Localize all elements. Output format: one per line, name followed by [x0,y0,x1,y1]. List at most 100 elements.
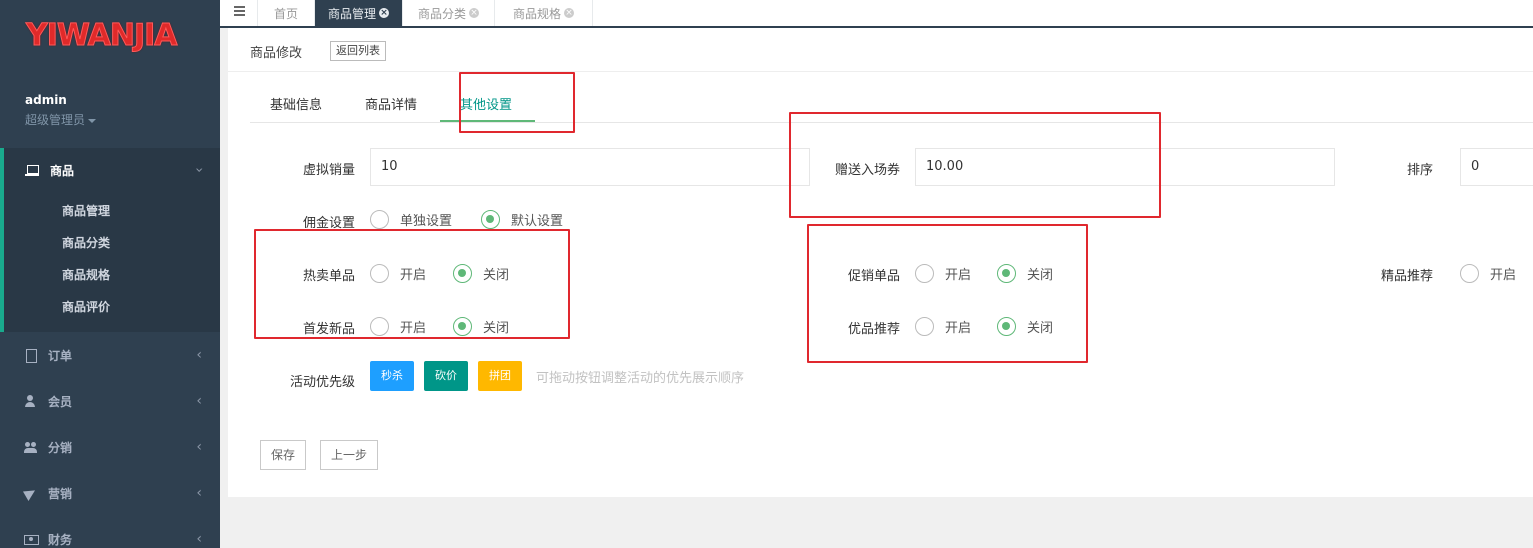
close-icon[interactable]: × [564,8,574,18]
hot-item-off-radio[interactable]: 关闭 [453,264,509,283]
tab-goods-detail[interactable]: 商品详情 [365,94,417,113]
chevron-left-icon: ‹ [196,393,202,409]
top-tab-bar: 首页 商品管理 × 商品分类 × 商品规格 × [220,0,1533,28]
tab-label: 商品管理 [327,6,376,21]
commission-default-radio[interactable]: 默认设置 [481,210,563,229]
radio-circle [370,210,389,229]
radio-circle [453,264,472,283]
bargain-button[interactable]: 砍价 [424,361,468,391]
nav-item-goods[interactable]: 商品 › [0,148,220,192]
money-icon [24,533,39,545]
group-buy-button[interactable]: 拼团 [478,361,522,391]
sub-item-goods-spec[interactable]: 商品规格 [62,266,110,283]
promo-item-label: 促销单品 [847,269,900,284]
close-icon[interactable]: × [379,8,389,18]
user-role: 超级管理员 [25,113,86,127]
quality-recommend-off-radio[interactable]: 关闭 [997,317,1053,336]
nav-item-orders[interactable]: 订单 ‹ [0,332,220,378]
tab-label: 首页 [273,6,298,21]
sort-label: 排序 [1406,163,1433,178]
promo-item-on-radio[interactable]: 开启 [915,264,971,283]
file-icon [24,349,38,363]
tab-goods-manage[interactable]: 商品管理 × [315,0,403,26]
form-tabs: 基础信息 商品详情 其他设置 [250,88,1533,123]
radio-circle [1460,264,1479,283]
user-name: admin [25,93,67,107]
radio-circle [915,317,934,336]
nav-item-label: 分销 [48,440,73,455]
commission-separate-radio[interactable]: 单独设置 [370,210,452,229]
boutique-on-radio[interactable]: 开启 [1460,264,1516,283]
main-panel: 商品修改 返回列表 基础信息 商品详情 其他设置 虚拟销量 10 赠送入场券 1… [228,28,1533,497]
nav-item-marketing[interactable]: 营销 ‹ [0,470,220,516]
radio-label: 单独设置 [400,214,453,229]
tab-label: 商品分类 [417,6,466,21]
chevron-left-icon: ‹ [196,531,202,547]
seckill-button[interactable]: 秒杀 [370,361,414,391]
radio-circle [997,317,1016,336]
nav-item-label: 财务 [48,532,73,547]
radio-label: 关闭 [1027,268,1054,283]
radio-label: 默认设置 [511,214,564,229]
caret-down-icon [88,118,97,123]
hamburger-icon[interactable] [220,0,258,26]
new-release-label: 首发新品 [302,322,355,337]
nav-item-label: 订单 [48,348,73,363]
sub-item-goods-manage[interactable]: 商品管理 [62,202,110,219]
virtual-sales-input[interactable]: 10 [370,148,810,186]
radio-circle [997,264,1016,283]
sort-input[interactable]: 0 [1460,148,1533,186]
radio-circle [481,210,500,229]
radio-label: 关闭 [483,321,510,336]
tab-basic-info[interactable]: 基础信息 [270,94,322,113]
laptop-icon [25,164,40,176]
close-icon[interactable]: × [469,8,479,18]
tab-home[interactable]: 首页 [258,0,315,26]
sub-item-goods-category[interactable]: 商品分类 [62,234,110,251]
radio-circle [453,317,472,336]
activity-priority-label: 活动优先级 [289,375,355,390]
radio-label: 开启 [1490,268,1517,283]
new-release-off-radio[interactable]: 关闭 [453,317,509,336]
gift-ticket-input[interactable]: 10.00 [915,148,1335,186]
new-release-on-radio[interactable]: 开启 [370,317,426,336]
radio-label: 关闭 [1027,321,1054,336]
tab-other-settings[interactable]: 其他设置 [460,94,512,113]
user-icon [24,395,38,407]
tab-goods-spec[interactable]: 商品规格 × [495,0,593,26]
radio-circle [915,264,934,283]
quality-recommend-on-radio[interactable]: 开启 [915,317,971,336]
radio-circle [370,264,389,283]
hot-item-label: 热卖单品 [302,269,355,284]
activity-hint: 可拖动按钮调整活动的优先展示顺序 [536,371,745,386]
prev-step-button[interactable]: 上一步 [320,440,378,470]
tab-goods-category[interactable]: 商品分类 × [403,0,495,26]
radio-circle [370,317,389,336]
nav-item-label: 商品 [50,163,75,178]
virtual-sales-label: 虚拟销量 [302,163,355,178]
nav-item-members[interactable]: 会员 ‹ [0,378,220,424]
save-button[interactable]: 保存 [260,440,306,470]
tab-label: 商品规格 [512,6,561,21]
quality-recommend-label: 优品推荐 [847,322,900,337]
hot-item-on-radio[interactable]: 开启 [370,264,426,283]
promo-item-off-radio[interactable]: 关闭 [997,264,1053,283]
radio-label: 开启 [945,268,972,283]
chevron-down-icon: › [191,167,208,173]
page-title: 商品修改 [250,46,303,61]
back-to-list-button[interactable]: 返回列表 [330,41,386,61]
sub-item-goods-review[interactable]: 商品评价 [62,298,110,315]
nav-item-distribution[interactable]: 分销 ‹ [0,424,220,470]
nav-item-finance[interactable]: 财务 ‹ [0,516,220,548]
panel-header: 商品修改 返回列表 [228,28,1533,72]
radio-label: 关闭 [483,268,510,283]
chevron-left-icon: ‹ [196,347,202,363]
boutique-label: 精品推荐 [1380,269,1433,284]
active-tab-underline [440,120,535,122]
user-role-dropdown[interactable]: 超级管理员 [25,111,97,128]
chevron-left-icon: ‹ [196,485,202,501]
chevron-left-icon: ‹ [196,439,202,455]
user-block[interactable]: admin 超级管理员 [25,93,97,128]
logo: YIWANJIA [26,18,178,54]
radio-label: 开启 [400,268,427,283]
